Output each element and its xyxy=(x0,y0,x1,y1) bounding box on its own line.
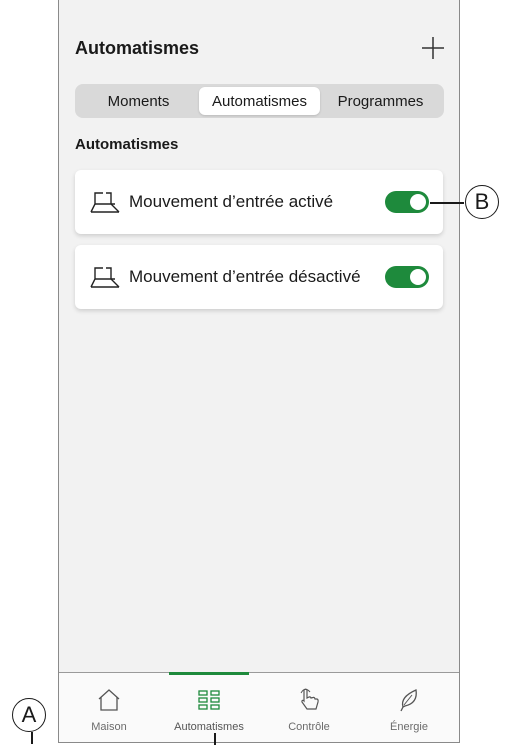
segment-moments[interactable]: Moments xyxy=(78,87,199,115)
tab-controle[interactable]: Contrôle xyxy=(259,673,359,742)
tab-label: Énergie xyxy=(390,721,428,733)
header: Automatismes xyxy=(59,0,459,80)
automation-toggle[interactable] xyxy=(385,266,429,288)
tab-label: Contrôle xyxy=(288,721,330,733)
segment-programmes[interactable]: Programmes xyxy=(320,87,441,115)
plus-icon[interactable] xyxy=(419,34,447,62)
callout-b-leader xyxy=(430,202,464,204)
tab-label: Maison xyxy=(91,721,127,733)
page-title: Automatismes xyxy=(75,38,200,58)
tab-marker-line xyxy=(214,733,216,745)
phone-screen: Automatismes Moments Automatismes Progra… xyxy=(58,0,460,743)
toggle-knob xyxy=(410,269,426,285)
section-title: Automatismes xyxy=(75,136,179,153)
active-tab-indicator xyxy=(169,672,249,675)
automation-toggle[interactable] xyxy=(385,191,429,213)
hand-tap-icon xyxy=(300,688,319,710)
grid-icon xyxy=(198,690,220,710)
callout-a: A xyxy=(12,698,46,732)
automation-label: Mouvement d’entrée activé xyxy=(129,192,334,211)
callout-b: B xyxy=(465,185,499,219)
automation-card[interactable]: Mouvement d’entrée désactivé xyxy=(75,245,443,309)
tab-automatismes[interactable]: Automatismes xyxy=(159,672,259,742)
leaf-icon xyxy=(400,689,417,712)
home-icon xyxy=(98,689,120,711)
shutter-icon xyxy=(90,192,120,213)
tab-label: Automatismes xyxy=(174,721,244,733)
segment-automatismes[interactable]: Automatismes xyxy=(199,87,320,115)
bottom-nav: Maison Automatismes Contrôle Énergie xyxy=(59,672,459,742)
automation-label: Mouvement d’entrée désactivé xyxy=(129,267,361,286)
callout-a-leader xyxy=(31,732,33,744)
toggle-knob xyxy=(410,194,426,210)
segmented-control: Moments Automatismes Programmes xyxy=(75,84,444,118)
tab-energie[interactable]: Énergie xyxy=(359,673,459,742)
tab-maison[interactable]: Maison xyxy=(59,673,159,742)
automation-card[interactable]: Mouvement d’entrée activé xyxy=(75,170,443,234)
shutter-icon xyxy=(90,267,120,288)
